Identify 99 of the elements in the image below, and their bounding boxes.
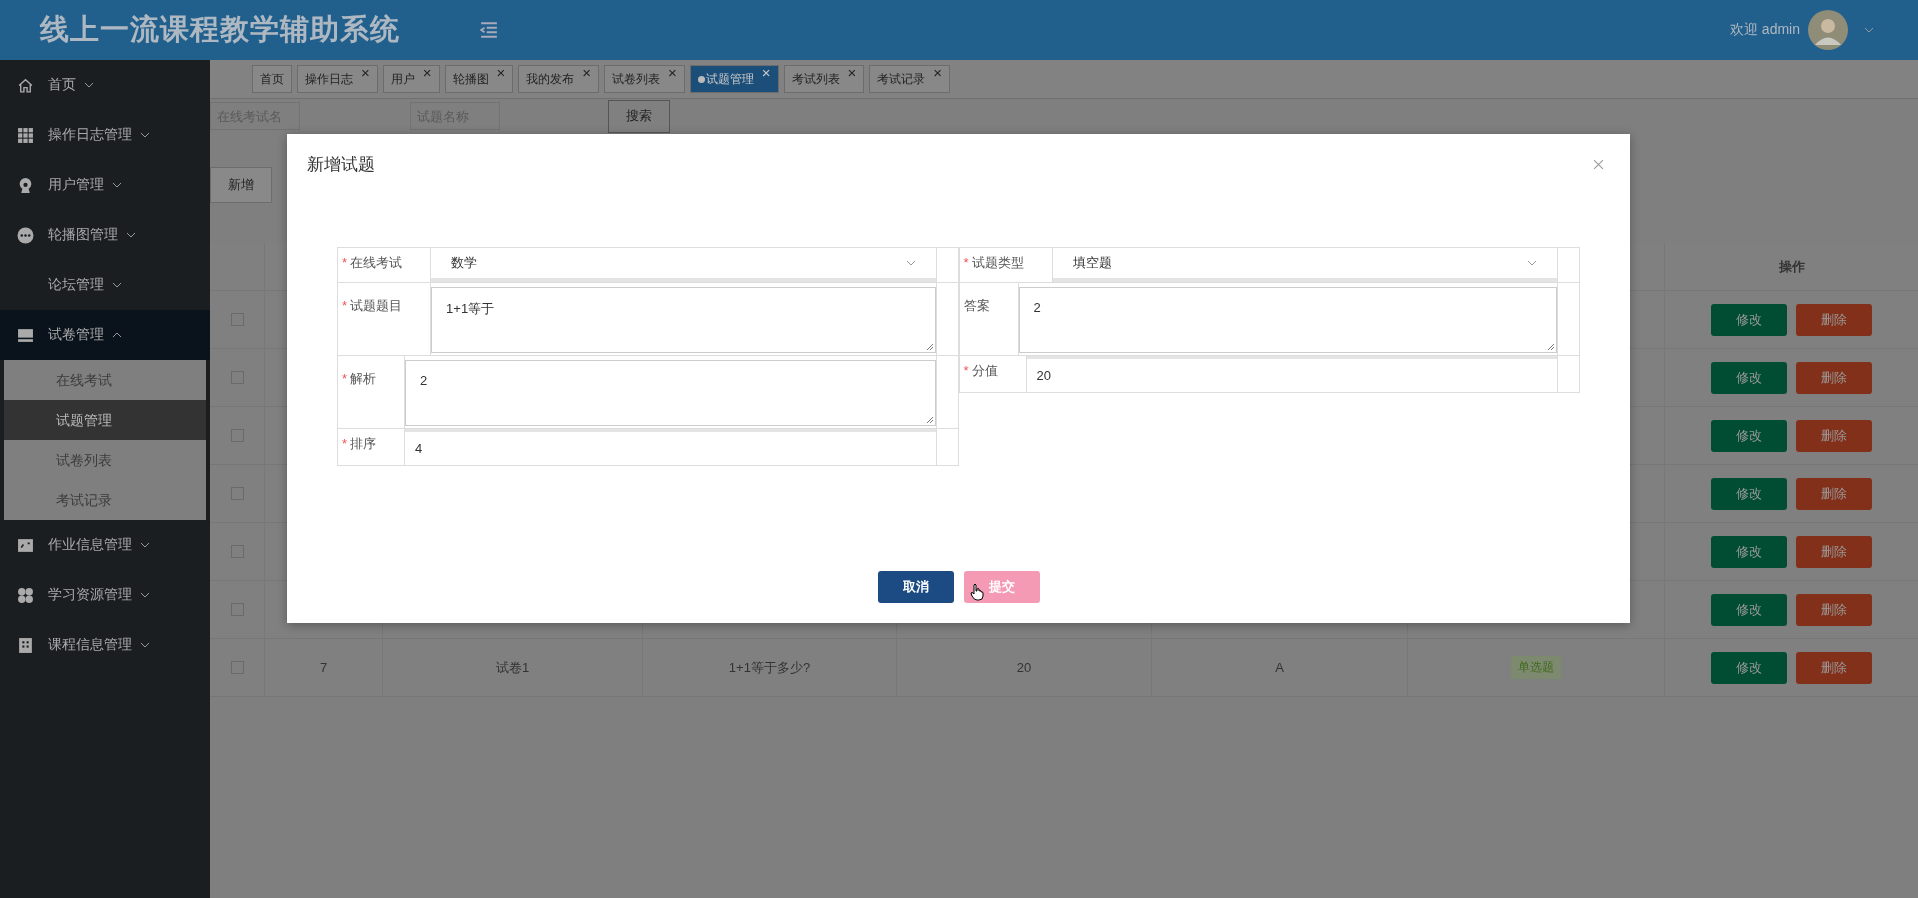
app-title: 线上一流课程教学辅助系统 <box>40 12 400 47</box>
close-tab-icon[interactable]: × <box>668 68 677 78</box>
sidebar-item[interactable]: 首页 <box>0 60 210 110</box>
close-tab-icon[interactable]: × <box>361 68 370 78</box>
chevron-down-icon <box>140 132 150 138</box>
delete-button[interactable]: 删除 <box>1796 477 1872 510</box>
image-icon <box>17 536 34 554</box>
table-cell: A <box>1275 660 1284 675</box>
text-area[interactable]: 2 <box>1018 287 1557 353</box>
close-tab-icon[interactable]: × <box>761 68 771 78</box>
resize-handle-icon <box>1547 343 1555 351</box>
input-field[interactable]: 4 <box>405 429 936 465</box>
field-label: * 试题类型 <box>959 248 1053 282</box>
delete-button[interactable]: 删除 <box>1796 361 1872 394</box>
building-icon <box>17 636 34 654</box>
user-icon <box>17 176 34 194</box>
sidebar-item[interactable]: 论坛管理 <box>0 260 210 310</box>
tab[interactable]: 考试记录 × <box>869 65 951 93</box>
more-icon <box>17 226 34 244</box>
avatar-icon[interactable] <box>1808 10 1848 50</box>
chevron-down-icon <box>84 82 94 88</box>
clover-icon <box>17 586 34 604</box>
text-area[interactable]: 2 <box>405 360 936 426</box>
edit-button[interactable]: 修改 <box>1711 477 1787 510</box>
chevron-down-icon <box>126 232 136 238</box>
chevron-down-icon <box>112 282 122 288</box>
close-icon[interactable] <box>1593 158 1604 170</box>
edit-button[interactable]: 修改 <box>1711 651 1787 684</box>
sidebar-item[interactable]: 作业信息管理 <box>0 520 210 570</box>
table-cell: 试卷1 <box>495 658 530 677</box>
table-cell: 20 <box>1016 660 1032 675</box>
close-tab-icon[interactable]: × <box>496 68 506 78</box>
tab[interactable]: 用户 × <box>382 65 440 93</box>
column-header: 操作 <box>1777 257 1806 276</box>
grid-icon <box>17 126 34 144</box>
close-tab-icon[interactable]: × <box>422 68 432 78</box>
tab[interactable]: 轮播图 × <box>444 65 514 93</box>
tab[interactable]: 我的发布 × <box>518 65 600 93</box>
home-icon <box>17 76 34 94</box>
text-area[interactable]: 1+1等于 <box>431 287 936 353</box>
submenu-item[interactable]: 试卷列表 <box>4 440 206 480</box>
submenu-item[interactable]: 在线考试 <box>4 360 206 400</box>
field-label: * 在线考试 <box>338 248 432 282</box>
add-button[interactable]: 新增 <box>210 167 272 203</box>
tab[interactable]: 试卷列表 × <box>604 65 685 93</box>
submenu-item[interactable]: 考试记录 <box>4 480 206 520</box>
chevron-down-icon <box>1527 260 1537 266</box>
edit-button[interactable]: 修改 <box>1711 303 1787 336</box>
close-tab-icon[interactable]: × <box>582 68 592 78</box>
delete-button[interactable]: 删除 <box>1796 651 1872 684</box>
close-tab-icon[interactable]: × <box>847 68 857 78</box>
chevron-down-icon <box>905 260 916 266</box>
edit-button[interactable]: 修改 <box>1711 419 1787 452</box>
sidebar-item[interactable]: 学习资源管理 <box>0 570 210 620</box>
hand-cursor-icon <box>969 583 984 601</box>
edit-button[interactable]: 修改 <box>1711 535 1787 568</box>
sidebar-item[interactable]: 试卷管理 <box>0 310 210 360</box>
chevron-down-icon <box>140 642 150 648</box>
sidebar-item[interactable]: 操作日志管理 <box>0 110 210 160</box>
edit-button[interactable]: 修改 <box>1711 361 1787 394</box>
field-label: * 分值 <box>959 356 1027 392</box>
table-cell: 1+1等于多少? <box>728 658 811 677</box>
delete-button[interactable]: 删除 <box>1796 535 1872 568</box>
search-button[interactable]: 搜索 <box>608 99 670 133</box>
resize-handle-icon <box>925 416 934 424</box>
edit-button[interactable]: 修改 <box>1711 593 1787 626</box>
sidebar-item[interactable]: 用户管理 <box>0 160 210 210</box>
table-cell: 7 <box>319 660 328 675</box>
chevron-up-icon <box>112 332 122 338</box>
resize-handle-icon <box>925 343 934 351</box>
welcome-text: 欢迎 admin <box>1729 21 1800 39</box>
field-label: * 试题题目 <box>338 283 432 355</box>
tab[interactable]: 首页 <box>252 65 292 93</box>
submenu-item[interactable]: 试题管理 <box>4 400 206 440</box>
input-field[interactable]: 20 <box>1026 356 1557 392</box>
active-dot-icon <box>697 75 705 83</box>
menu-icon[interactable] <box>480 22 498 38</box>
dialog-title: 新增试题 <box>307 153 375 176</box>
field-label: * 排序 <box>338 429 406 465</box>
chevron-down-icon <box>140 542 150 548</box>
cancel-button[interactable]: 取消 <box>877 571 954 603</box>
select-field[interactable]: 数学 <box>431 248 936 282</box>
close-tab-icon[interactable]: × <box>933 68 943 78</box>
sidebar-item[interactable]: 轮播图管理 <box>0 210 210 260</box>
chevron-down-icon <box>1864 27 1874 33</box>
field-label: 答案 <box>959 283 1019 355</box>
sidebar-item[interactable]: 课程信息管理 <box>0 620 210 670</box>
type-tag: 单选题 <box>1511 656 1561 679</box>
delete-button[interactable]: 删除 <box>1796 419 1872 452</box>
monitor-icon <box>17 326 34 344</box>
chevron-down-icon <box>112 182 122 188</box>
delete-button[interactable]: 删除 <box>1796 593 1872 626</box>
delete-button[interactable]: 删除 <box>1796 303 1872 336</box>
tab[interactable]: 考试列表 × <box>783 65 865 93</box>
tab[interactable]: 试题管理 × <box>689 65 779 93</box>
field-label: * 解析 <box>338 356 406 428</box>
tab[interactable]: 操作日志 × <box>297 65 378 93</box>
select-field[interactable]: 填空题 <box>1052 248 1557 282</box>
chevron-down-icon <box>140 592 150 598</box>
